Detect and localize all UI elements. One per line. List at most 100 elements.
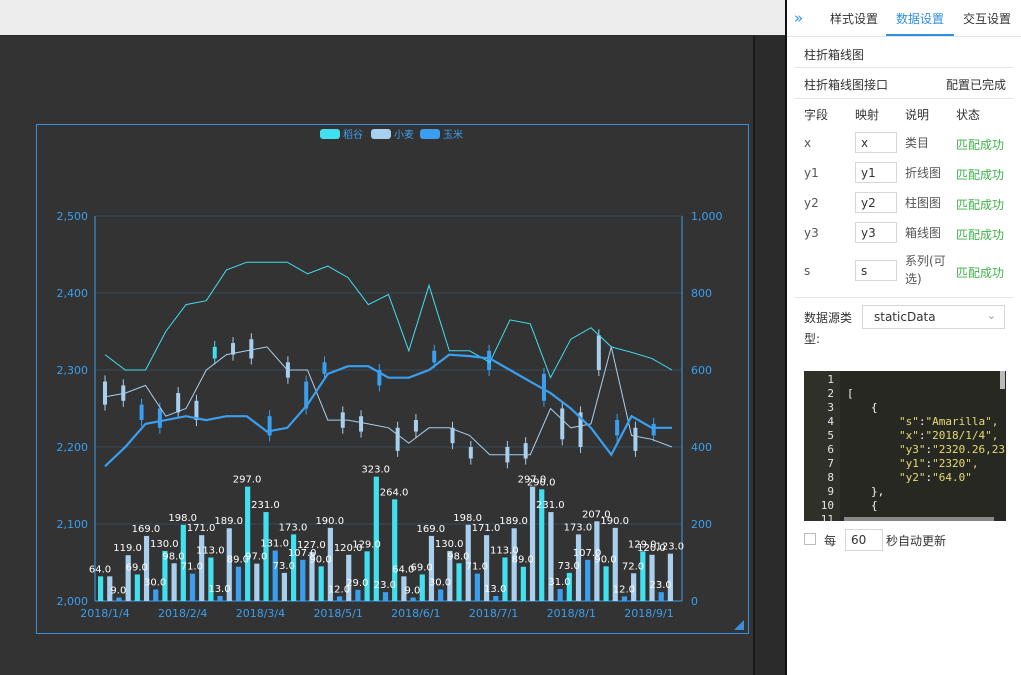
legend-label: 玉米 <box>443 128 463 141</box>
field-status-badge: 匹配成功 <box>956 266 1005 280</box>
bar-value-label: 264.0 <box>380 487 409 498</box>
tab-style-settings[interactable]: 样式设置 <box>830 10 878 27</box>
field-name: s <box>804 264 811 278</box>
col-header-mapping: 映射 <box>855 108 880 122</box>
box <box>523 443 528 459</box>
field-mapping-input[interactable]: y1 <box>855 162 897 183</box>
source-type-value: staticData <box>874 310 936 324</box>
y-right-tick-label: 800 <box>691 287 712 300</box>
bar <box>254 563 260 601</box>
config-status: 配置已完成 <box>946 78 1007 92</box>
legend-swatch <box>371 129 391 139</box>
bar-value-label: 71.0 <box>181 562 203 573</box>
editor-horizontal-scrollbar[interactable] <box>844 517 994 521</box>
field-mapping-input[interactable]: s <box>855 260 897 281</box>
bar-value-label: 98.0 <box>162 551 184 562</box>
interface-name: 柱折箱线图接口 <box>804 78 889 92</box>
box <box>157 408 162 428</box>
code-line: "y1":"2320", <box>899 457 979 470</box>
bar-value-label: 90.0 <box>309 554 331 565</box>
box <box>267 416 272 436</box>
field-mapping-input[interactable]: x <box>855 132 897 153</box>
box <box>615 420 620 436</box>
bar <box>153 589 159 601</box>
auto-update-checkbox[interactable] <box>804 533 816 545</box>
auto-update-suffix: 秒自动更新 <box>886 534 947 548</box>
box <box>468 447 473 459</box>
collapse-panel-icon[interactable]: » <box>794 9 803 27</box>
bar-value-label: 189.0 <box>499 516 528 527</box>
canvas-area: 2,000 2,100 2,200 2,300 2,400 2,500 0 200 400 600… <box>0 0 787 675</box>
bar-value-label: 198.0 <box>453 513 482 524</box>
tab-data-settings[interactable]: 数据设置 <box>896 10 944 27</box>
bar <box>621 596 628 601</box>
field-mapping-input[interactable]: y3 <box>855 222 897 243</box>
bar-value-label: 323.0 <box>361 465 390 476</box>
bar <box>529 486 536 601</box>
bar-value-label: 90.0 <box>594 554 616 565</box>
x-tick-label: 2018/2/4 <box>158 607 207 620</box>
divider <box>795 67 1013 68</box>
chart-selection-frame[interactable]: 2,000 2,100 2,200 2,300 2,400 2,500 0 200 400 600… <box>36 124 749 634</box>
bar-value-label: 130.0 <box>150 539 179 550</box>
box <box>322 362 327 374</box>
bar-value-label: 190.0 <box>315 516 344 527</box>
box <box>103 381 107 405</box>
code-line: { <box>871 499 878 512</box>
settings-tabs: » 样式设置 数据设置 交互设置 <box>787 0 1021 37</box>
line-number: 7 <box>827 457 834 470</box>
settings-panel: » 样式设置 数据设置 交互设置 柱折箱线图 柱折箱线图接口 配置已完成 字段 … <box>787 0 1021 675</box>
line-number: 8 <box>827 471 834 484</box>
auto-update-interval-input[interactable]: 60 <box>845 529 883 551</box>
bar-value-label: 9.0 <box>405 586 421 597</box>
bar-value-label: 23.0 <box>374 580 396 591</box>
box <box>359 416 364 432</box>
legend-swatch <box>420 129 440 139</box>
bar <box>474 573 480 601</box>
bar-value-label: 31.0 <box>548 577 570 588</box>
json-value: "2320", <box>932 457 979 470</box>
bar-value-label: 113.0 <box>196 545 225 556</box>
bar-value-label: 297.0 <box>233 475 262 486</box>
bar-value-label: 97.0 <box>245 552 267 563</box>
series-line <box>104 353 672 468</box>
y-right-tick-label: 0 <box>691 595 698 608</box>
bar <box>640 551 646 601</box>
y-right-tick-label: 1,000 <box>691 210 723 223</box>
auto-update-prefix: 每 <box>824 534 837 548</box>
resize-handle-icon[interactable] <box>734 620 744 630</box>
code-line: { <box>871 401 878 414</box>
code-line: }, <box>871 485 885 498</box>
field-name: y1 <box>804 166 819 180</box>
bar-value-label: 231.0 <box>251 500 280 511</box>
bar-value-label: 129.0 <box>352 539 381 550</box>
field-desc: 系列(可选) <box>905 254 946 286</box>
y-left-tick-label: 2,100 <box>57 518 89 531</box>
bar-value-label: 130.0 <box>435 539 464 550</box>
source-type-select[interactable]: staticData ⌄ <box>862 305 1005 329</box>
code-editor[interactable]: 1 2 3 4 5 6 7 8 9 10 11 [ { "s":"Amarilla", "x":"2… <box>804 371 1006 521</box>
bar <box>300 559 306 601</box>
bar-value-label: 73.0 <box>273 561 295 572</box>
field-status-badge: 匹配成功 <box>956 168 1005 182</box>
bar-value-label: 73.0 <box>558 561 580 572</box>
tab-interaction-settings[interactable]: 交互设置 <box>963 10 1011 27</box>
y-left-tick-label: 2,300 <box>57 364 89 377</box>
bar <box>98 576 104 601</box>
bar-value-label: 13.0 <box>484 584 506 595</box>
bar <box>410 597 416 601</box>
bar-value-label: 231.0 <box>536 500 565 511</box>
y-left-tick-label: 2,200 <box>57 441 89 454</box>
chevron-down-icon: ⌄ <box>986 309 996 322</box>
field-mapping-input[interactable]: y2 <box>855 192 897 213</box>
divider <box>795 98 1013 99</box>
editor-scrollbar[interactable] <box>1000 371 1005 389</box>
line-number: 11 <box>820 513 834 521</box>
code-line: "x":"2018/1/4", <box>899 429 999 442</box>
box <box>413 420 418 432</box>
x-tick-label: 2018/8/1 <box>547 607 596 620</box>
code-line: "y3":"2320.26,23 <box>899 443 1005 456</box>
bar-value-label: 71.0 <box>466 562 488 573</box>
bar-value-label: 72.0 <box>622 561 644 572</box>
line-number: 3 <box>827 401 834 414</box>
